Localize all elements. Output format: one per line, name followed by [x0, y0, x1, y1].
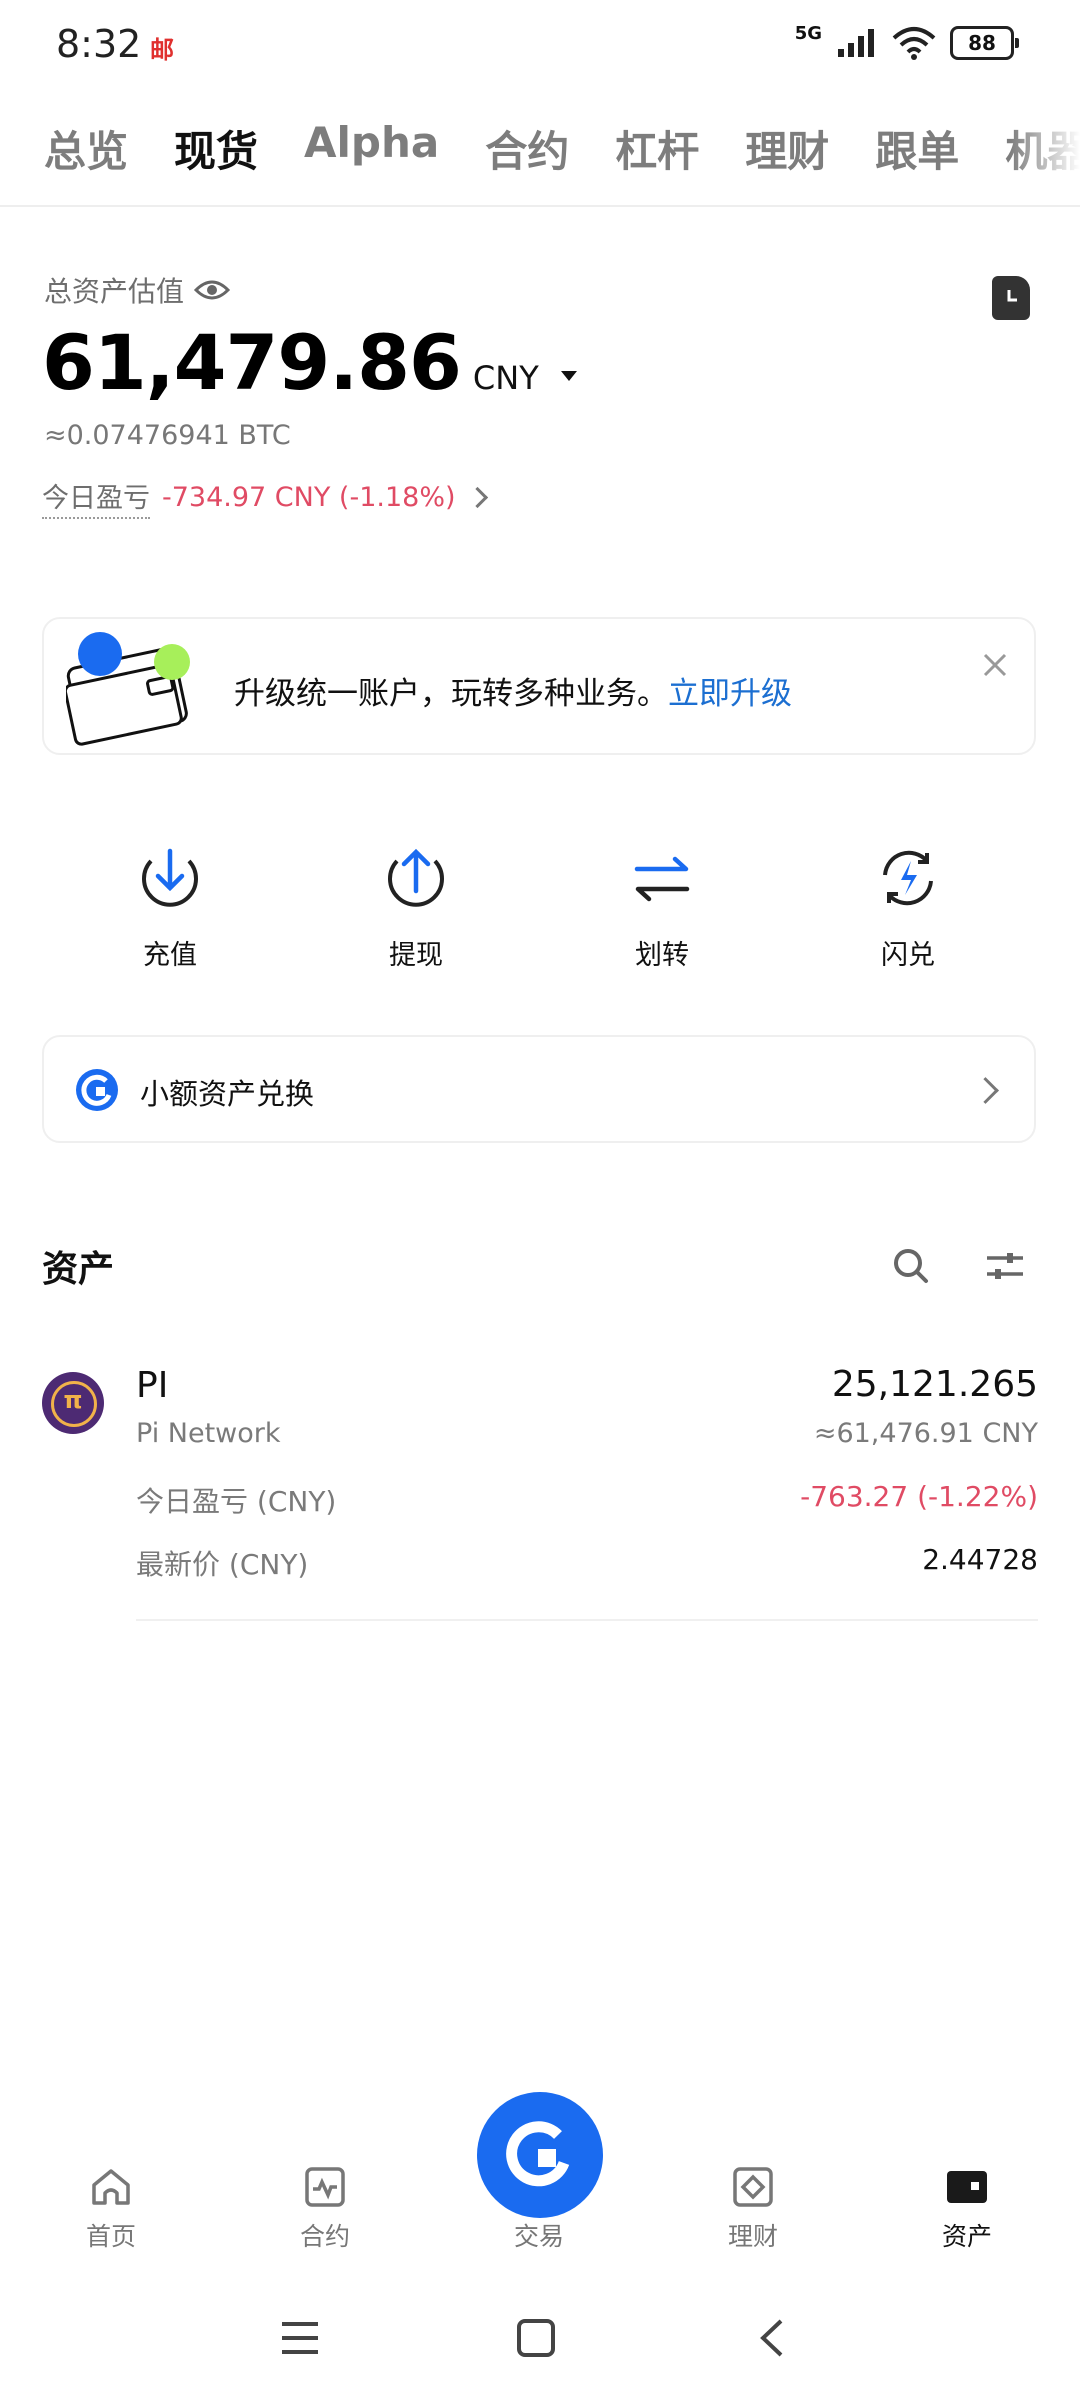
- signal-icon: [838, 29, 874, 57]
- search-icon[interactable]: [890, 1245, 932, 1287]
- tab-earn[interactable]: 理财: [745, 118, 829, 179]
- notification-app-icon: 邮: [150, 36, 174, 64]
- asset-pnl-value: -763.27 (-1.22%): [800, 1480, 1038, 1513]
- back-icon[interactable]: [756, 2318, 786, 2358]
- history-icon[interactable]: [992, 276, 1030, 320]
- asset-row-divider: [136, 1619, 1038, 1621]
- home-square-icon[interactable]: [516, 2318, 556, 2358]
- withdraw-icon: [383, 845, 449, 911]
- nav-futures[interactable]: 合约: [265, 2165, 385, 2253]
- balance-value: 61,479.86: [42, 318, 462, 407]
- nav-assets-label: 资产: [941, 2222, 992, 2251]
- deposit-label: 充值: [143, 940, 197, 971]
- balance-currency[interactable]: CNY: [473, 359, 539, 397]
- asset-price-label: 最新价 (CNY): [136, 1548, 309, 1581]
- wifi-icon: [892, 27, 936, 60]
- menu-icon[interactable]: [280, 2320, 320, 2356]
- assets-title: 资产: [42, 1249, 115, 1290]
- currency-dropdown-icon[interactable]: [560, 371, 577, 381]
- nav-trade-label: 交易: [513, 2222, 564, 2251]
- eye-icon[interactable]: [194, 278, 231, 302]
- deposit-icon: [137, 845, 203, 911]
- withdraw-label: 提现: [389, 940, 443, 971]
- home-icon: [89, 2165, 133, 2209]
- asset-value: ≈61,476.91 CNY: [813, 1418, 1038, 1449]
- today-pnl-row[interactable]: 今日盈亏 -734.97 CNY (-1.18%): [42, 476, 488, 519]
- deposit-button[interactable]: 充值: [95, 845, 245, 972]
- close-icon[interactable]: [982, 652, 1008, 678]
- chevron-right-icon: [466, 486, 488, 509]
- tab-futures[interactable]: 合约: [485, 118, 569, 179]
- top-tabs: 总览 现货 Alpha 合约 杠杆 理财 跟单 机器: [44, 118, 1080, 179]
- nav-home-label: 首页: [85, 2222, 136, 2251]
- tab-overview[interactable]: 总览: [44, 118, 128, 179]
- transfer-button[interactable]: 划转: [587, 845, 737, 972]
- nav-earn[interactable]: 理财: [693, 2165, 813, 2253]
- header-divider: [0, 205, 1080, 207]
- nav-trade[interactable]: 交易: [479, 2165, 599, 2253]
- tabs-fade: [1010, 110, 1080, 180]
- balance-btc: ≈0.07476941 BTC: [44, 420, 291, 451]
- network-label: 5G: [794, 22, 822, 44]
- balance-label-row: 总资产估值: [44, 270, 231, 310]
- asset-name: Pi Network: [136, 1418, 281, 1449]
- filter-icon[interactable]: [985, 1250, 1025, 1282]
- upgrade-banner-text: 升级统一账户，玩转多种业务。立即升级: [234, 668, 792, 713]
- asset-pnl-label: 今日盈亏 (CNY): [136, 1485, 337, 1518]
- tab-copy-trading[interactable]: 跟单: [875, 118, 959, 179]
- balance-label: 总资产估值: [44, 275, 185, 308]
- status-indicators: 5G 88: [794, 22, 1019, 60]
- balance-row: 61,479.86 CNY: [42, 318, 577, 407]
- battery-indicator: 88: [950, 26, 1019, 60]
- nav-home[interactable]: 首页: [51, 2165, 171, 2253]
- convert-icon: [875, 845, 941, 911]
- futures-icon: [303, 2165, 347, 2209]
- today-pnl-value: -734.97 CNY (-1.18%): [162, 482, 456, 513]
- nav-earn-label: 理财: [727, 2222, 778, 2251]
- tab-spot[interactable]: 现货: [174, 118, 258, 179]
- nav-assets[interactable]: 资产: [907, 2165, 1027, 2253]
- nav-futures-label: 合约: [299, 2222, 350, 2251]
- small-asset-icon: [76, 1069, 118, 1111]
- status-time: 8:32: [56, 22, 142, 66]
- transfer-label: 划转: [635, 940, 689, 971]
- withdraw-button[interactable]: 提现: [341, 845, 491, 972]
- asset-symbol[interactable]: PI: [136, 1365, 168, 1406]
- earn-icon: [731, 2165, 775, 2209]
- asset-price-value: 2.44728: [922, 1543, 1038, 1576]
- transfer-icon: [629, 845, 695, 911]
- asset-amount: 25,121.265: [831, 1364, 1038, 1405]
- convert-button[interactable]: 闪兑: [833, 845, 983, 972]
- convert-label: 闪兑: [881, 940, 935, 971]
- wallet-illustration-icon: [66, 632, 190, 746]
- upgrade-banner-message: 升级统一账户，玩转多种业务。: [234, 676, 668, 712]
- pi-coin-icon: π: [42, 1372, 104, 1434]
- small-asset-label: 小额资产兑换: [140, 1077, 315, 1111]
- tab-margin[interactable]: 杠杆: [615, 118, 699, 179]
- tab-alpha[interactable]: Alpha: [304, 118, 439, 179]
- system-nav-bar: [0, 2300, 1080, 2380]
- wallet-icon: [945, 2165, 989, 2209]
- upgrade-now-link[interactable]: 立即升级: [668, 676, 792, 712]
- today-pnl-label: 今日盈亏: [42, 476, 150, 519]
